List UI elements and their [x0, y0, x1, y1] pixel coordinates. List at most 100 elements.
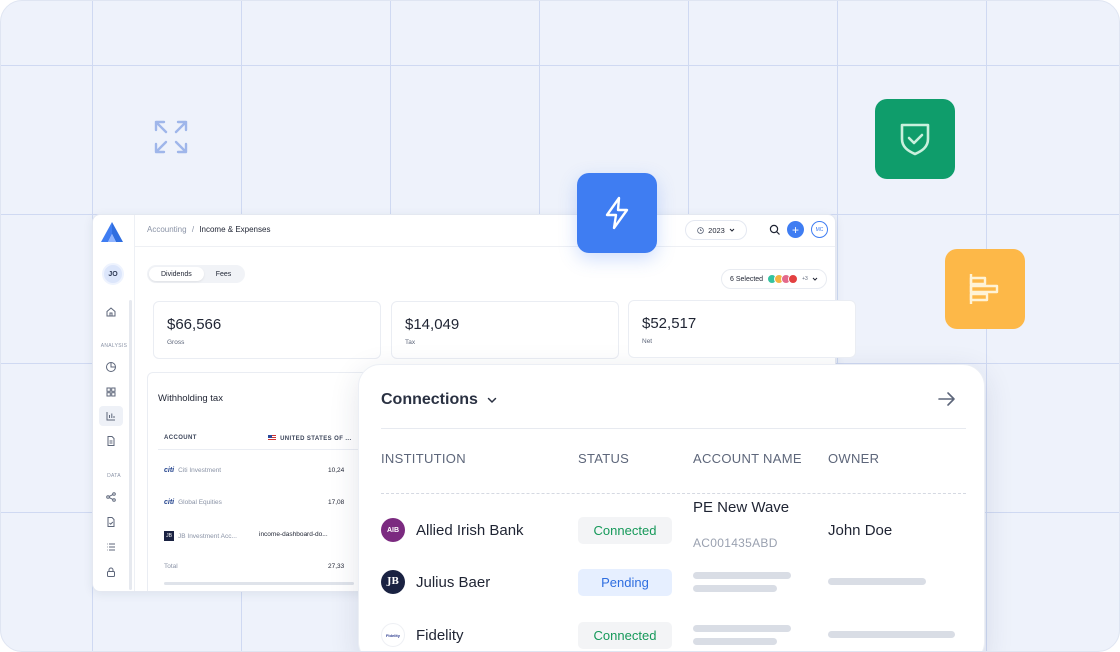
chevron-down-icon — [487, 397, 497, 404]
grid-icon[interactable] — [105, 386, 117, 398]
jb-logo-icon: JB — [164, 531, 174, 541]
card-title: Withholding tax — [158, 393, 223, 404]
bar-chart-icon[interactable] — [105, 410, 117, 422]
column-header: ACCOUNT — [164, 435, 197, 441]
status-badge: Connected — [578, 517, 672, 544]
institution-cell: AIB Allied Irish Bank — [381, 518, 524, 542]
loading-placeholder — [828, 578, 926, 585]
connections-card: Connections INSTITUTION STATUS ACCOUNT N… — [358, 364, 986, 651]
us-flag-icon — [268, 435, 276, 440]
table-row[interactable]: AIB Allied Irish Bank Connected PE New W… — [359, 499, 986, 555]
loading-placeholder — [828, 631, 955, 638]
tab-dividends[interactable]: Dividends — [149, 267, 204, 281]
year-value: 2023 — [708, 225, 725, 235]
breadcrumb-current: Income & Expenses — [199, 225, 271, 234]
selected-count: 6 Selected — [730, 275, 764, 283]
app-header: Accounting / Income & Expenses 2023 + MC — [135, 215, 835, 247]
stat-value: $52,517 — [642, 315, 697, 332]
table-scrollbar[interactable] — [164, 582, 354, 585]
loading-placeholder — [693, 572, 791, 579]
selected-avatars — [767, 274, 799, 284]
stat-value: $14,049 — [405, 316, 460, 333]
year-selector[interactable]: 2023 — [685, 220, 747, 240]
sidebar-section-analysis: ANALYSIS — [100, 343, 128, 349]
search-icon[interactable] — [769, 224, 781, 236]
citi-logo-icon: citi — [164, 467, 175, 474]
breadcrumb: Accounting / Income & Expenses — [147, 225, 270, 234]
citi-logo-icon: citi — [164, 499, 175, 506]
connections-dropdown[interactable]: Connections — [381, 391, 498, 409]
stat-card-net: $52,517 Net — [628, 300, 856, 358]
add-button[interactable]: + — [787, 221, 804, 238]
shield-tile — [875, 99, 955, 179]
align-bars-icon — [969, 274, 999, 304]
owner-name: John Doe — [828, 522, 893, 539]
connections-title: Connections — [381, 391, 478, 408]
clock-icon — [697, 226, 704, 234]
table-row-total: Total 27,33 — [164, 563, 345, 570]
background-grid: JO ANALYSIS DATA Accounting / Income & E… — [0, 0, 1120, 652]
status-badge: Connected — [578, 622, 672, 649]
aib-logo: AIB — [381, 518, 405, 542]
chevron-down-icon — [729, 228, 735, 232]
shield-check-icon — [900, 123, 930, 156]
avatar — [788, 274, 799, 284]
withholding-tax-card: Withholding tax ACCOUNT UNITED STATES OF… — [147, 372, 377, 591]
loading-placeholder — [693, 585, 777, 592]
app-sidebar: JO ANALYSIS DATA — [93, 215, 135, 591]
table-row[interactable]: JB JB Investment Acc... income-dashboard-… — [158, 521, 368, 551]
table-row[interactable]: citi Citi Investment 10,24 — [158, 457, 368, 487]
status-badge: Pending — [578, 569, 672, 596]
tab-fees[interactable]: Fees — [204, 267, 244, 281]
stat-label: Net — [642, 338, 653, 345]
lock-icon[interactable] — [105, 566, 117, 578]
account-filter[interactable]: 6 Selected +3 — [721, 269, 827, 289]
table-row[interactable]: JB Julius Baer Pending — [359, 558, 986, 608]
institution-cell: JB Julius Baer — [381, 570, 490, 594]
table-row[interactable]: Fidelity Fidelity Connected — [359, 611, 986, 651]
chevron-down-icon — [812, 277, 818, 281]
stat-card-gross: $66,566 Gross — [153, 301, 381, 359]
loading-placeholder — [693, 638, 777, 645]
lightning-icon — [605, 196, 629, 230]
breadcrumb-separator: / — [191, 225, 195, 234]
column-header-institution: INSTITUTION — [381, 451, 466, 466]
gantt-tile — [945, 249, 1025, 329]
stat-label: Gross — [167, 339, 185, 346]
stat-label: Tax — [405, 339, 416, 346]
table-row[interactable]: citi Global Equities 17,08 — [158, 489, 368, 519]
divider — [381, 493, 966, 494]
document-icon[interactable] — [105, 435, 117, 447]
user-avatar[interactable]: JO — [102, 263, 124, 285]
expand-icon — [154, 120, 188, 154]
stat-value: $66,566 — [167, 316, 222, 333]
column-header-country: UNITED STATES OF ... — [268, 435, 352, 442]
stat-card-tax: $14,049 Tax — [391, 301, 619, 359]
account-name: PE New Wave — [693, 499, 790, 516]
fidelity-logo: Fidelity — [381, 623, 405, 647]
lightning-tile — [577, 173, 657, 253]
breadcrumb-parent[interactable]: Accounting — [147, 225, 187, 234]
tab-switcher: Dividends Fees — [147, 265, 246, 283]
institution-cell: Fidelity Fidelity — [381, 623, 464, 647]
list-icon[interactable] — [105, 541, 117, 553]
file-check-icon[interactable] — [105, 516, 117, 528]
home-icon[interactable] — [105, 306, 117, 318]
table-header: ACCOUNT UNITED STATES OF ... — [158, 426, 358, 450]
loading-placeholder — [693, 625, 791, 632]
share-icon[interactable] — [105, 491, 117, 503]
institution-name: Julius Baer — [416, 573, 491, 591]
sidebar-section-data: DATA — [107, 473, 121, 479]
app-logo — [101, 222, 123, 242]
selected-more: +3 — [802, 276, 808, 282]
divider — [381, 428, 966, 429]
arrow-right-icon[interactable] — [937, 390, 957, 408]
column-header-status: STATUS — [578, 451, 630, 466]
account-number: AC001435ABD — [693, 536, 778, 550]
file-link[interactable]: income-dashboard-do... — [259, 531, 328, 538]
header-avatar[interactable]: MC — [811, 221, 828, 238]
sidebar-scrollbar[interactable] — [129, 300, 132, 590]
pie-chart-icon[interactable] — [105, 361, 117, 373]
column-header-owner: OWNER — [828, 451, 880, 466]
institution-name: Allied Irish Bank — [416, 521, 524, 539]
